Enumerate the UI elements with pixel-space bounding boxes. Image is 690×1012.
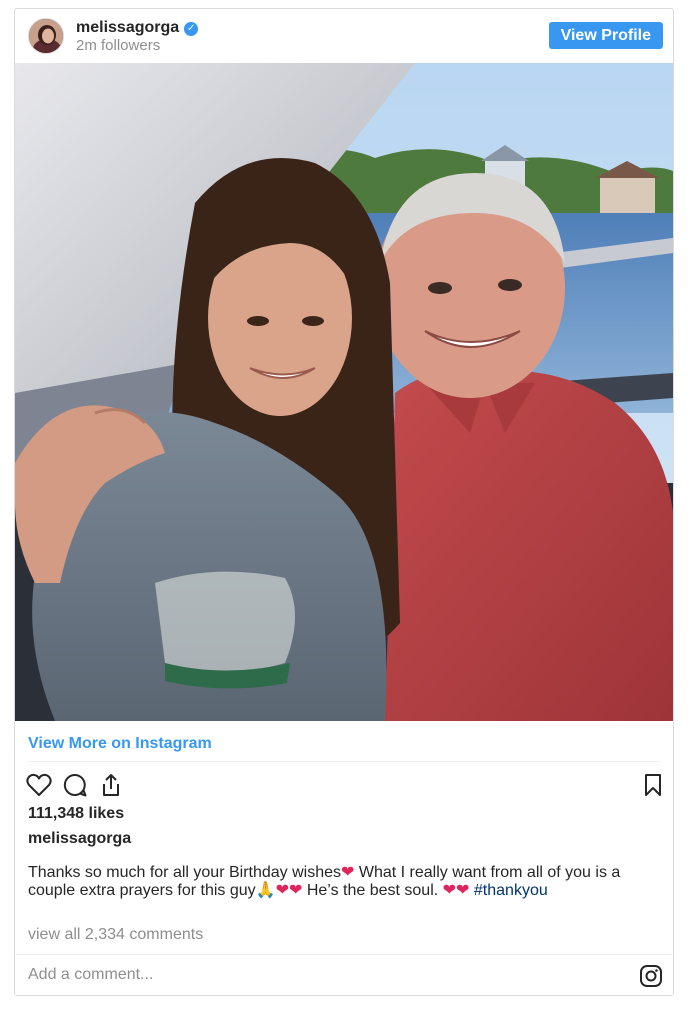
- follower-count: 2m followers: [76, 37, 161, 54]
- red-heart-icon: ❤: [341, 864, 355, 881]
- hashtag-link[interactable]: #thankyou: [474, 882, 548, 899]
- red-heart-icon: ❤❤: [442, 882, 470, 899]
- view-more-on-instagram-link[interactable]: View More on Instagram: [28, 735, 212, 753]
- caption-text: Thanks so much for all your Birthday wis…: [28, 864, 342, 881]
- heart-icon[interactable]: [25, 771, 53, 799]
- praying-hands-icon: 🙏: [255, 882, 276, 899]
- comment-bar: [15, 954, 673, 997]
- caption-author[interactable]: melissagorga: [28, 830, 131, 848]
- view-profile-button[interactable]: View Profile: [548, 22, 663, 49]
- red-heart-icon: ❤❤: [275, 882, 303, 899]
- caption-text: He’s the best soul.: [302, 882, 443, 899]
- post-actions: [25, 771, 665, 799]
- like-count[interactable]: 111,348 likes: [28, 805, 124, 823]
- username-text[interactable]: melissagorga: [76, 19, 179, 36]
- add-comment-input[interactable]: [28, 966, 588, 984]
- comment-icon[interactable]: [61, 771, 89, 799]
- share-icon[interactable]: [97, 771, 125, 799]
- post-photo-image: [15, 63, 673, 721]
- post-header: melissagorga ✓ 2m followers View Profile: [15, 9, 673, 63]
- username[interactable]: melissagorga ✓: [76, 19, 199, 37]
- instagram-icon[interactable]: [639, 964, 663, 988]
- caption: Thanks so much for all your Birthday wis…: [28, 864, 662, 900]
- bookmark-icon[interactable]: [639, 771, 667, 799]
- instagram-embed-card: melissagorga ✓ 2m followers View Profile: [14, 8, 674, 996]
- avatar[interactable]: [28, 18, 64, 54]
- post-photo[interactable]: [15, 63, 673, 721]
- verified-badge-icon: ✓: [184, 22, 199, 36]
- view-all-comments-link[interactable]: view all 2,334 comments: [28, 926, 203, 944]
- divider: [28, 761, 660, 762]
